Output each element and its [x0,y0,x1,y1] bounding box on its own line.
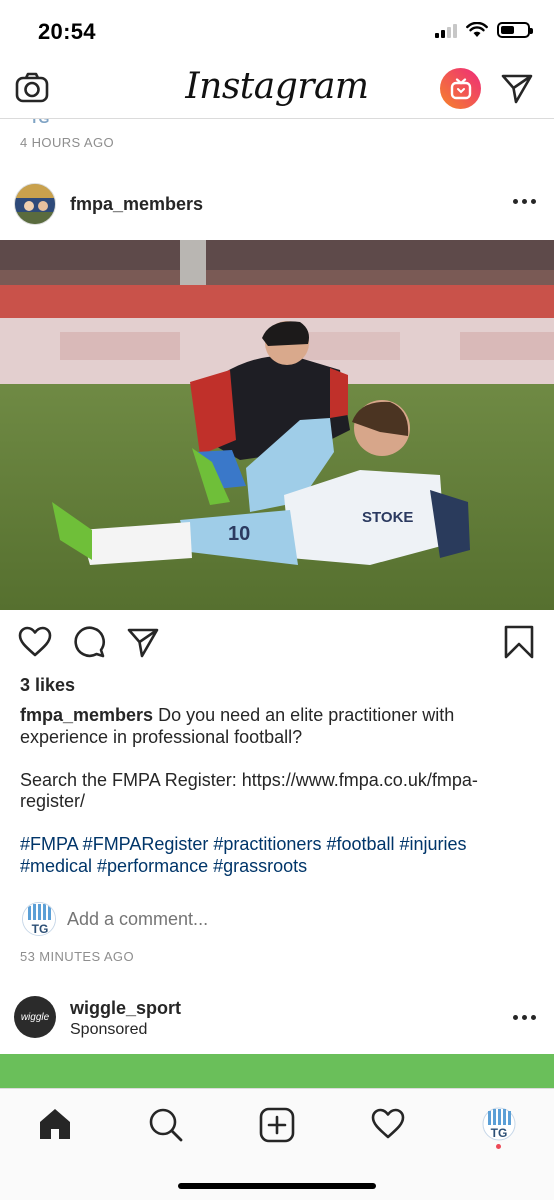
comment-input[interactable] [67,909,467,930]
new-post-icon [259,1107,295,1143]
sponsor-options-button[interactable] [513,1015,536,1020]
post-time: 53 MINUTES AGO [20,949,134,964]
likes-count[interactable]: 3 likes [20,675,75,696]
tab-search[interactable] [148,1107,184,1148]
share-button[interactable] [126,625,160,664]
caption-username[interactable]: fmpa_members [20,705,153,725]
add-comment-row: TG [0,900,554,940]
post-image[interactable]: STOKE 10 [0,240,554,610]
profile-avatar-icon: TG [482,1107,516,1141]
sponsor-avatar[interactable]: wiggle [14,996,56,1038]
send-icon [501,74,533,104]
cellular-signal-icon [435,22,457,38]
caption-hashtags[interactable]: #FMPA #FMPARegister #practitioners #foot… [20,834,536,877]
comment-icon [74,626,105,658]
caption-register-text: Search the FMPA Register: https://www.fm… [20,769,478,812]
notification-dot [496,1144,501,1149]
post-username[interactable]: fmpa_members [70,194,203,215]
avatar-image [15,184,55,224]
tab-new-post[interactable] [259,1107,295,1148]
sponsor-logo-text: wiggle [20,1011,50,1023]
next-post-header: wiggle wiggle_sport Sponsored [0,992,554,1048]
post-header: fmpa_members [0,180,554,230]
comment-button[interactable] [72,625,106,664]
like-button[interactable] [18,625,52,664]
avatar-initials: TG [32,922,49,936]
previous-post-fragment: TG [28,119,50,125]
igtv-icon [450,77,471,99]
post-options-button[interactable] [513,199,536,204]
post-author-avatar[interactable] [14,183,56,225]
svg-text:TG: TG [30,119,50,125]
sponsor-username[interactable]: wiggle_sport [70,998,181,1019]
direct-messages-button[interactable] [500,71,534,110]
status-icons [435,22,533,38]
bookmark-icon [504,625,534,659]
post-action-bar [0,620,554,666]
current-user-avatar: TG [22,902,56,936]
home-icon [40,1109,70,1139]
igtv-button[interactable] [440,68,481,109]
football-injury-photo: STOKE 10 [0,240,554,610]
more-icon [513,199,518,204]
svg-text:10: 10 [228,523,250,545]
tab-activity[interactable] [371,1107,405,1146]
previous-post-time: 4 HOURS AGO [20,135,114,150]
sponsored-label: Sponsored [70,1021,148,1038]
tg-avatar-image: TG [23,903,55,936]
save-button[interactable] [502,625,536,664]
status-time: 20:54 [38,19,96,44]
search-icon [149,1108,183,1142]
status-bar: 20:54 [0,0,554,62]
top-navigation: Instagram [0,62,554,119]
more-icon [513,1015,518,1020]
tab-profile[interactable]: TG [482,1107,516,1146]
send-icon [127,628,159,658]
activity-heart-icon [371,1108,405,1139]
post-caption: fmpa_members Do you need an elite practi… [20,705,536,877]
profile-initials: TG [491,1126,508,1140]
heart-icon [18,626,52,657]
wifi-icon [466,22,488,37]
next-post-media[interactable] [0,1054,554,1088]
tab-home[interactable] [38,1107,72,1146]
svg-text:STOKE: STOKE [362,509,413,526]
battery-icon [497,22,533,38]
home-indicator[interactable] [178,1183,376,1189]
battery-level [501,26,514,34]
